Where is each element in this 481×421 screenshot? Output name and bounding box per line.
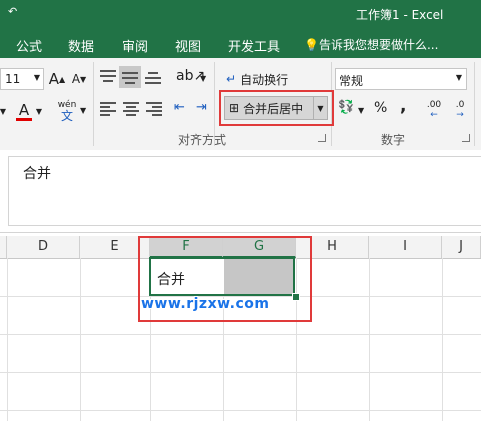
chevron-down-icon[interactable]: ▼: [200, 74, 206, 83]
undo-icon[interactable]: ↶: [8, 5, 17, 18]
group-separator: [474, 62, 475, 146]
grid-line: [369, 258, 370, 421]
number-format-dropdown[interactable]: 常规 ▼: [335, 68, 467, 90]
chevron-down-icon: ▼: [35, 106, 43, 116]
grid-line: [442, 258, 443, 421]
arrow-right-icon: →: [456, 110, 464, 120]
phonetic-guide-button[interactable]: wén 文: [54, 96, 80, 126]
font-size-dropdown[interactable]: 11 ▼: [0, 68, 44, 90]
column-header-d[interactable]: D: [7, 236, 80, 258]
accounting-format-icon[interactable]: 💱: [338, 100, 354, 115]
grid-line: [0, 410, 481, 411]
chevron-down-icon: ▼: [33, 73, 40, 82]
tell-me-search[interactable]: 💡告诉我您想要做什么...: [304, 36, 438, 53]
font-color-button[interactable]: A: [14, 98, 34, 124]
chevron-down-icon: ▼: [455, 73, 462, 82]
chevron-down-icon[interactable]: ▼: [80, 106, 86, 115]
lightbulb-icon: 💡: [304, 38, 319, 52]
highlight-box-cells: [138, 236, 312, 322]
number-launcher-icon[interactable]: [462, 134, 470, 142]
row-header-corner[interactable]: [0, 236, 7, 258]
grid-line: [0, 372, 481, 373]
title-bar: ↶ 工作簿1 - Excel: [0, 0, 481, 30]
align-center-icon[interactable]: [123, 102, 139, 116]
fill-color-dropdown[interactable]: ▼: [0, 100, 10, 122]
column-header-i[interactable]: I: [369, 236, 442, 258]
shrink-font-button[interactable]: A ▼: [70, 68, 88, 90]
wrap-text-button[interactable]: ↵ 自动换行: [226, 68, 302, 90]
tab-data[interactable]: 数据: [68, 36, 94, 55]
wrap-text-icon: ↵: [226, 72, 237, 86]
grid-line: [7, 258, 8, 421]
highlight-box-merge: [219, 90, 334, 126]
grid-line: [80, 258, 81, 421]
tab-review[interactable]: 审阅: [122, 36, 148, 55]
font-color-dropdown[interactable]: ▼: [34, 100, 44, 122]
column-header-j[interactable]: J: [442, 236, 481, 258]
decrease-decimal-button[interactable]: .0 →: [450, 98, 470, 122]
formula-bar: 合并: [0, 150, 481, 233]
grid-line: [0, 334, 481, 335]
chevron-down-icon[interactable]: ▼: [358, 106, 364, 115]
caret-up-icon: ▲: [59, 74, 66, 84]
group-separator: [93, 62, 94, 146]
formula-content: 合并: [23, 166, 51, 182]
comma-button[interactable]: ,: [400, 96, 406, 116]
chevron-down-icon: ▼: [0, 106, 7, 116]
percent-button[interactable]: %: [374, 100, 387, 116]
tab-developer[interactable]: 开发工具: [228, 36, 280, 55]
alignment-launcher-icon[interactable]: [318, 134, 326, 142]
align-top-icon[interactable]: [100, 70, 116, 84]
group-label-alignment: 对齐方式: [178, 133, 227, 147]
ribbon: 11 ▼ A ▲ A ▼ ▼ A ▼ wén 文 ▼ ab↗ ▼ ⇤ ⇥ ↵ 自…: [0, 58, 481, 151]
align-left-icon[interactable]: [100, 102, 116, 116]
formula-input[interactable]: 合并: [8, 156, 481, 226]
increase-indent-icon[interactable]: ⇥: [196, 100, 207, 115]
align-middle-icon: [122, 70, 138, 84]
arrow-left-icon: ←: [430, 110, 438, 120]
ribbon-tabs: 公式 数据 审阅 视图 开发工具 💡告诉我您想要做什么...: [0, 30, 481, 58]
font-color-bar: [16, 117, 32, 121]
align-right-icon[interactable]: [146, 102, 162, 116]
grow-font-button[interactable]: A ▲: [48, 68, 66, 90]
tab-formulas[interactable]: 公式: [16, 36, 42, 55]
align-middle-button[interactable]: [119, 66, 141, 88]
increase-decimal-button[interactable]: .00 ←: [424, 98, 444, 122]
window-title: 工作簿1 - Excel: [356, 8, 444, 22]
group-label-number: 数字: [381, 133, 406, 147]
tab-view[interactable]: 视图: [175, 36, 201, 55]
align-bottom-icon[interactable]: [145, 70, 161, 84]
caret-down-icon: ▼: [80, 74, 87, 84]
decrease-indent-icon[interactable]: ⇤: [174, 100, 185, 115]
